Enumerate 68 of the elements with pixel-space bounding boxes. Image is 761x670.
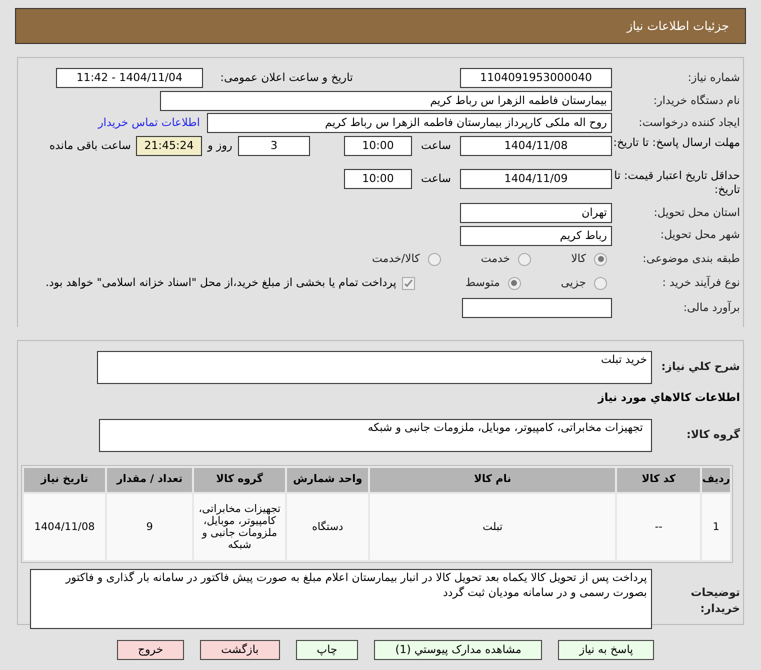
text-field[interactable]: 1404/11/09 <box>460 169 612 190</box>
field-label: نوع فرآیند خرید : <box>661 275 740 292</box>
text-field[interactable]: 10:00 <box>344 169 412 190</box>
table-cell: -- <box>617 494 700 560</box>
column-header: نام کالا <box>370 468 616 492</box>
action-button[interactable]: پاسخ به نیاز <box>558 640 654 660</box>
table-cell: تبلت <box>370 494 616 560</box>
radio-label: کالا <box>571 250 586 267</box>
radio-button[interactable] <box>594 276 607 290</box>
field-label: شهر محل تحویل: <box>659 227 740 244</box>
table-cell: دستگاه <box>287 494 368 560</box>
field-label: ساعت <box>420 138 452 154</box>
field-label: طبقه بندی موضوعی: <box>642 250 740 267</box>
field-label: توضیحات خریدار: <box>690 584 740 616</box>
action-button[interactable]: خروج <box>116 640 184 660</box>
radio-label: کالا/خدمت <box>372 250 420 267</box>
column-header: تعداد / مقدار <box>107 468 192 492</box>
checkbox-label: پرداخت تمام یا بخشی از مبلغ خرید،از محل "اسناد خزانه اسلامی" خواهد بود. <box>46 275 396 292</box>
field-label: نام دستگاه خریدار: <box>652 92 740 109</box>
table-cell: 9 <box>107 494 192 560</box>
contact-link[interactable]: اطلاعات تماس خریدار <box>98 115 200 132</box>
field-label: روز و <box>206 138 234 154</box>
goods-group-field[interactable]: تجهیزات مخابراتی، کامپیوتر، موبایل، ملزومات جانبی و شبکه <box>99 418 652 452</box>
text-field[interactable]: 1404/11/08 <box>460 136 612 156</box>
radio-label: متوسط <box>465 275 500 292</box>
action-button[interactable]: چاپ <box>296 640 358 660</box>
text-field[interactable]: 10:00 <box>344 136 412 156</box>
text-field[interactable]: 1104091953000040 <box>460 68 612 88</box>
radio-button[interactable] <box>594 252 607 266</box>
column-header: واحد شمارش <box>287 468 368 492</box>
checkbox[interactable] <box>402 276 416 290</box>
description-field[interactable]: خرید تبلت <box>97 351 652 384</box>
field-label: تاریخ و ساعت اعلان عمومی: <box>219 70 353 86</box>
column-header: تاریخ نیاز <box>24 468 106 492</box>
field-label: مهلت ارسال پاسخ: تا تاریخ: <box>612 136 740 150</box>
field-label: برآورد مالی: <box>682 300 740 316</box>
notes-field[interactable]: پرداخت پس از تحویل کالا یکماه بعد تحویل کالا در انبار بیمارستان اعلام مبلغ به صورت پیش فاکتور در سامانه بار گذاری و فاکتور بصورت رسمی و در سامانه مودیان ثبت گردد <box>30 568 652 628</box>
text-field[interactable]: رباط کریم <box>460 226 612 246</box>
column-header: کد کالا <box>617 468 700 492</box>
field-label: ساعت <box>420 171 452 188</box>
radio-button[interactable] <box>428 252 441 266</box>
radio-button[interactable] <box>508 276 521 290</box>
action-button[interactable]: مشاهده مدارک پیوستي (1) <box>374 640 542 660</box>
field-label: حداقل تاریخ اعتبار قیمت: تا تاریخ: <box>613 169 740 198</box>
text-field[interactable] <box>462 298 612 318</box>
field-label: ساعت باقی مانده <box>49 138 131 154</box>
countdown-field[interactable]: 21:45:24 <box>136 136 202 156</box>
field-label: استان محل تحویل: <box>652 204 740 221</box>
text-field[interactable]: تهران <box>460 203 612 224</box>
text-field[interactable]: روح اله ملکی کارپرداز بیمارستان فاطمه الزهرا س رباط کریم <box>207 113 612 134</box>
action-button[interactable]: بازگشت <box>200 640 280 660</box>
column-header: ردیف <box>702 468 730 492</box>
table-cell: تجهیزات مخابراتی، کامپیوتر، موبایل، ملزومات جانبی و شبکه <box>194 494 286 560</box>
field-label: شرح کلي نیاز: <box>660 359 740 375</box>
radio-label: خدمت <box>480 250 510 267</box>
section-title: اطلاعات کالاهاي مورد نیاز <box>596 390 740 406</box>
field-label: ایجاد کننده درخواست: <box>638 115 740 131</box>
text-field[interactable]: 1404/11/04 - 11:42 <box>56 68 203 88</box>
column-header: گروه کالا <box>194 468 286 492</box>
field-label: شماره نیاز: <box>686 70 740 86</box>
days-field[interactable]: 3 <box>238 136 310 156</box>
table-cell: 1404/11/08 <box>24 494 106 560</box>
radio-label: جزیی <box>560 275 586 292</box>
radio-button[interactable] <box>518 252 532 266</box>
table-cell: 1 <box>702 494 730 560</box>
field-label: گروه کالا: <box>685 426 740 443</box>
text-field[interactable]: بیمارستان فاطمه الزهرا س رباط کریم <box>160 90 612 111</box>
page-title: جزئیات اطلاعات نیاز <box>626 18 729 35</box>
